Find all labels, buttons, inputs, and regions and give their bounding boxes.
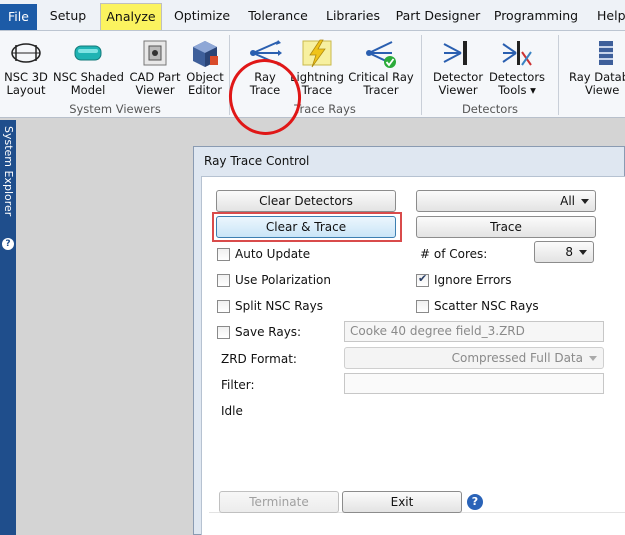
detectors-tools-button[interactable]: Detectors Tools ▾ xyxy=(488,35,546,97)
ribbon: NSC 3D Layout NSC Shaded Model CAD Part … xyxy=(0,30,625,140)
ray-trace-control-dialog: Ray Trace Control Clear Detectors All Cl… xyxy=(193,146,625,535)
ray-trace-button[interactable]: Ray Trace xyxy=(240,35,290,97)
checkbox-box xyxy=(416,299,429,313)
split-nsc-rays-label: Split NSC Rays xyxy=(235,299,323,313)
ray-database-icon xyxy=(566,35,625,71)
ignore-errors-checkbox[interactable]: Ignore Errors xyxy=(416,272,512,287)
filter-label: Filter: xyxy=(221,378,255,392)
clear-detectors-button[interactable]: Clear Detectors xyxy=(216,190,396,212)
dialog-title: Ray Trace Control xyxy=(204,154,310,168)
nsc-3d-layout-button[interactable]: NSC 3D Layout xyxy=(2,35,50,97)
tab-optimize[interactable]: Optimize xyxy=(170,3,234,29)
use-polarization-checkbox[interactable]: Use Polarization xyxy=(217,273,331,287)
detectors-group-label: Detectors xyxy=(461,102,519,116)
checkbox-box-checked xyxy=(416,272,429,287)
checkbox-box xyxy=(217,247,230,261)
status-text: Idle xyxy=(221,404,243,418)
detector-select-value: All xyxy=(560,194,575,208)
auto-update-label: Auto Update xyxy=(235,247,311,261)
filter-field[interactable] xyxy=(344,373,604,394)
zrd-format-value: Compressed Full Data xyxy=(451,351,583,365)
tab-libraries[interactable]: Libraries xyxy=(322,3,384,29)
nsc-shaded-model-label-2: Model xyxy=(70,83,106,97)
nsc-3d-layout-label-2: Layout xyxy=(6,83,46,97)
system-explorer-label: System Explorer xyxy=(2,126,15,217)
ray-database-label-2: Viewe xyxy=(585,83,620,97)
detector-select[interactable]: All xyxy=(416,190,596,212)
zrd-format-select[interactable]: Compressed Full Data xyxy=(344,347,604,369)
ray-database-viewer-button[interactable]: Ray Databa Viewe xyxy=(566,35,625,97)
detectors-tools-icon xyxy=(488,35,546,71)
system-explorer-strip[interactable]: System Explorer ? xyxy=(0,120,16,535)
cad-part-viewer-label-2: Viewer xyxy=(135,83,175,97)
object-editor-label-2: Editor xyxy=(187,83,223,97)
dialog-body: Clear Detectors All Clear & Trace Trace … xyxy=(201,176,625,535)
detector-viewer-label-2: Viewer xyxy=(438,83,478,97)
tab-setup[interactable]: Setup xyxy=(44,3,92,29)
menu-bar: File Setup Analyze Optimize Tolerance Li… xyxy=(0,0,625,30)
chevron-down-icon xyxy=(581,199,589,204)
save-rays-checkbox[interactable]: Save Rays: xyxy=(217,325,301,339)
save-rays-label: Save Rays: xyxy=(235,325,302,339)
split-nsc-rays-checkbox[interactable]: Split NSC Rays xyxy=(217,299,323,313)
lightning-trace-icon xyxy=(290,35,344,71)
trace-button[interactable]: Trace xyxy=(416,216,596,238)
critical-ray-tracer-label-2: Tracer xyxy=(363,83,399,97)
ignore-errors-label: Ignore Errors xyxy=(434,273,512,287)
cad-part-viewer-button[interactable]: CAD Part Viewer xyxy=(127,35,183,97)
critical-ray-tracer-icon xyxy=(347,35,415,71)
cores-select[interactable]: 8 xyxy=(534,241,594,263)
ray-trace-label-2: Trace xyxy=(249,83,281,97)
scatter-nsc-rays-label: Scatter NSC Rays xyxy=(434,299,539,313)
group-separator xyxy=(558,35,559,115)
help-icon[interactable]: ? xyxy=(2,238,14,250)
nsc-3d-layout-icon xyxy=(2,35,50,71)
scatter-nsc-rays-checkbox[interactable]: Scatter NSC Rays xyxy=(416,299,539,313)
help-icon[interactable]: ? xyxy=(467,494,483,510)
tab-part-designer[interactable]: Part Designer xyxy=(394,3,482,29)
checkbox-box xyxy=(217,299,230,313)
lightning-trace-label-2: Trace xyxy=(301,83,333,97)
cores-value: 8 xyxy=(565,245,573,259)
save-rays-file-field[interactable]: Cooke 40 degree field_3.ZRD xyxy=(344,321,604,342)
exit-button[interactable]: Exit xyxy=(342,491,462,513)
critical-ray-tracer-button[interactable]: Critical Ray Tracer xyxy=(347,35,415,97)
use-polarization-label: Use Polarization xyxy=(235,273,331,287)
nsc-shaded-model-icon xyxy=(53,35,123,71)
detector-viewer-icon xyxy=(430,35,486,71)
cores-label: # of Cores: xyxy=(420,247,488,261)
zrd-format-label: ZRD Format: xyxy=(221,352,297,366)
trace-rays-group-label: Trace Rays xyxy=(294,102,356,116)
nsc-shaded-model-button[interactable]: NSC Shaded Model xyxy=(53,35,124,97)
terminate-button[interactable]: Terminate xyxy=(219,491,339,513)
checkbox-box xyxy=(217,273,230,287)
checkbox-box xyxy=(217,325,230,339)
object-editor-icon xyxy=(185,35,225,71)
tab-analyze[interactable]: Analyze xyxy=(100,3,162,30)
lightning-trace-button[interactable]: Lightning Trace xyxy=(290,35,344,97)
tab-programming[interactable]: Programming xyxy=(492,3,580,29)
system-viewers-group-label: System Viewers xyxy=(69,102,161,116)
ray-trace-icon xyxy=(240,35,290,71)
clear-trace-button[interactable]: Clear & Trace xyxy=(216,216,396,238)
chevron-down-icon xyxy=(589,356,597,361)
detector-viewer-button[interactable]: Detector Viewer xyxy=(430,35,486,97)
tab-tolerance[interactable]: Tolerance xyxy=(244,3,312,29)
auto-update-checkbox[interactable]: Auto Update xyxy=(217,247,310,261)
tab-help[interactable]: Help xyxy=(590,3,625,29)
cad-part-viewer-icon xyxy=(127,35,183,71)
detectors-tools-label-2: Tools ▾ xyxy=(498,83,536,97)
tab-file[interactable]: File xyxy=(0,4,37,30)
object-editor-button[interactable]: Object Editor xyxy=(185,35,225,97)
chevron-down-icon xyxy=(579,250,587,255)
